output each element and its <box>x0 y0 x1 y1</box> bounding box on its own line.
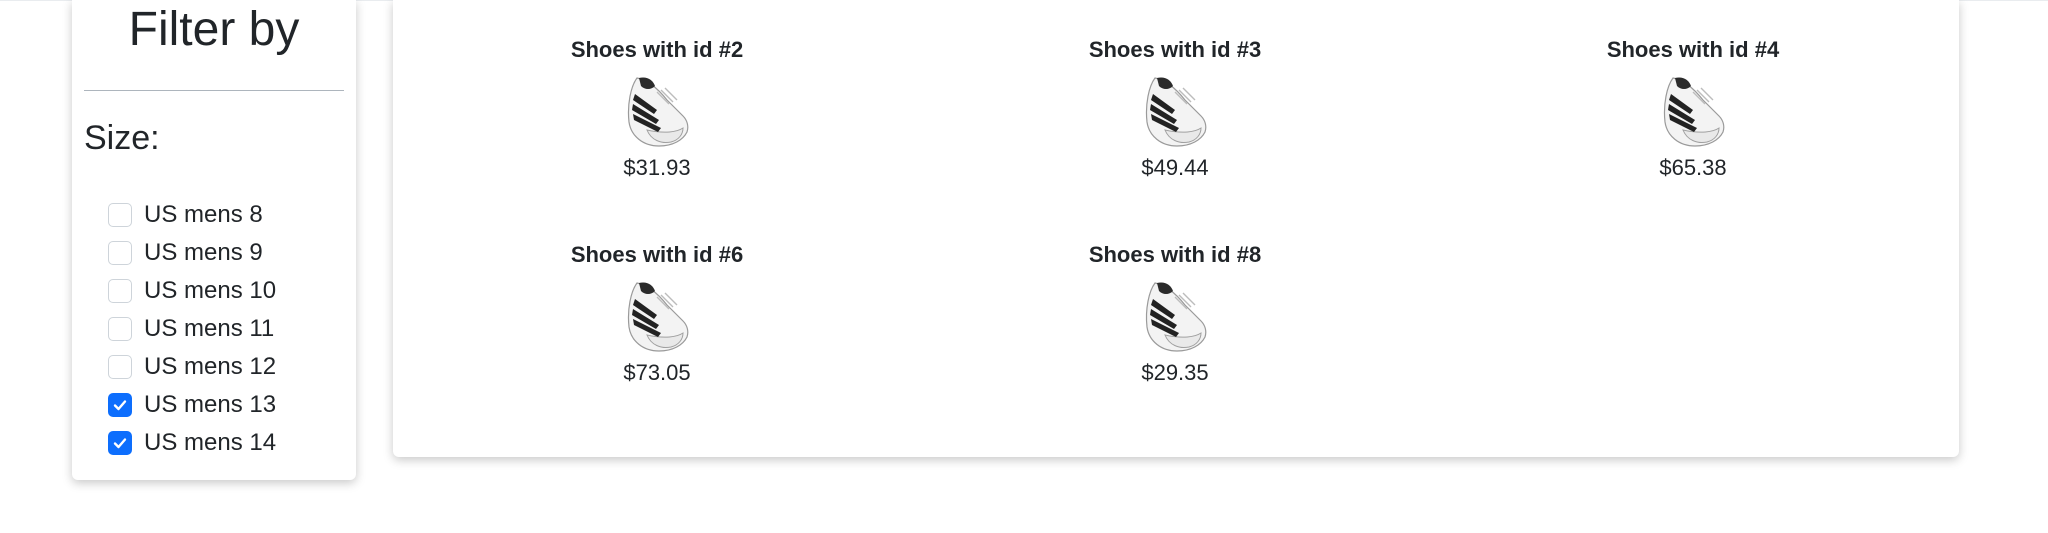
size-options: US mens 8 US mens 9 US mens 10 US mens 1… <box>108 196 276 462</box>
product-price: $31.93 <box>623 155 691 180</box>
product-price: $65.38 <box>1659 155 1727 180</box>
shoe-image-icon[interactable] <box>617 70 697 150</box>
size-option-us-mens-14[interactable]: US mens 14 <box>108 424 276 462</box>
checkbox[interactable] <box>108 317 132 341</box>
checkbox[interactable] <box>108 203 132 227</box>
checkbox[interactable] <box>108 393 132 417</box>
size-option-us-mens-9[interactable]: US mens 9 <box>108 234 276 272</box>
size-option-us-mens-12[interactable]: US mens 12 <box>108 348 276 386</box>
size-option-us-mens-8[interactable]: US mens 8 <box>108 196 276 234</box>
size-label: US mens 11 <box>144 315 275 342</box>
checkbox[interactable] <box>108 241 132 265</box>
size-heading: Size: <box>84 119 160 157</box>
checkmark-icon <box>113 400 127 411</box>
product-grid: Shoes with id #2 $31.93 Shoes with id #3… <box>393 0 1959 457</box>
product-card[interactable]: Shoes with id #2 $31.93 <box>507 36 807 182</box>
shoe-image-icon[interactable] <box>1135 275 1215 355</box>
size-label: US mens 10 <box>144 277 277 304</box>
product-name: Shoes with id #6 <box>570 242 744 267</box>
product-name: Shoes with id #4 <box>1606 37 1780 62</box>
size-option-us-mens-13[interactable]: US mens 13 <box>108 386 276 424</box>
product-card[interactable]: Shoes with id #3 $49.44 <box>1025 36 1325 182</box>
product-card[interactable]: Shoes with id #6 $73.05 <box>507 241 807 387</box>
filter-title: Filter by <box>128 3 300 56</box>
size-label: US mens 9 <box>144 239 263 266</box>
product-card[interactable]: Shoes with id #8 $29.35 <box>1025 241 1325 387</box>
product-price: $73.05 <box>623 360 691 385</box>
size-label: US mens 12 <box>144 353 277 380</box>
checkbox[interactable] <box>108 431 132 455</box>
product-name: Shoes with id #3 <box>1088 37 1262 62</box>
filter-divider <box>84 90 344 91</box>
product-card[interactable]: Shoes with id #4 $65.38 <box>1543 36 1843 182</box>
size-label: US mens 13 <box>144 391 277 418</box>
checkbox[interactable] <box>108 279 132 303</box>
product-price: $29.35 <box>1141 360 1209 385</box>
size-label: US mens 8 <box>144 201 263 228</box>
shoe-image-icon[interactable] <box>1653 70 1733 150</box>
filter-panel: Filter by Size: US mens 8 US mens 9 US m… <box>72 0 356 480</box>
shoe-image-icon[interactable] <box>1135 70 1215 150</box>
size-option-us-mens-10[interactable]: US mens 10 <box>108 272 276 310</box>
product-name: Shoes with id #8 <box>1088 242 1262 267</box>
checkmark-icon <box>113 438 127 449</box>
size-label: US mens 14 <box>144 429 277 456</box>
product-price: $49.44 <box>1141 155 1209 180</box>
product-name: Shoes with id #2 <box>570 37 744 62</box>
size-option-us-mens-11[interactable]: US mens 11 <box>108 310 276 348</box>
shoe-image-icon[interactable] <box>617 275 697 355</box>
checkbox[interactable] <box>108 355 132 379</box>
